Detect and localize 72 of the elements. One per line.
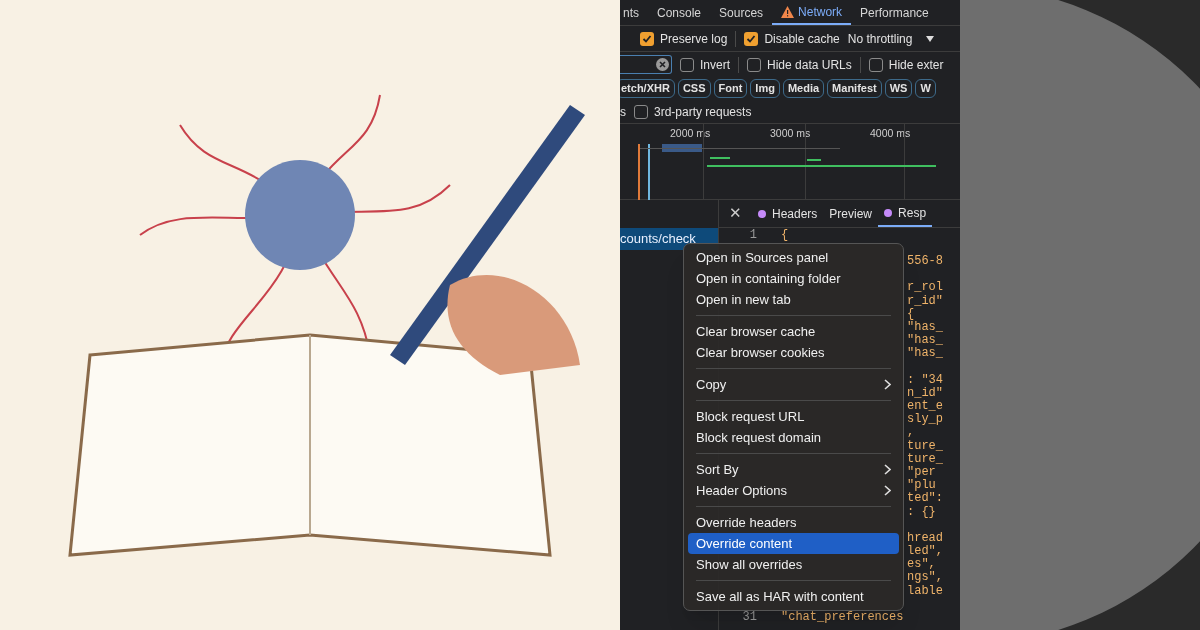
code-line: "per — [907, 464, 936, 479]
line-number: 1 — [749, 227, 757, 242]
menu-item[interactable]: Clear browser cache — [688, 321, 899, 342]
code-line: ngs", — [907, 569, 943, 585]
code-line: "has_ — [907, 345, 943, 363]
request-row[interactable]: counts/check — [620, 228, 718, 250]
throttling-dropdown[interactable]: No throttling — [847, 29, 935, 48]
timeline-tick-label: 3000 ms — [770, 126, 812, 142]
type-filter-chip[interactable]: Media — [782, 79, 825, 98]
menu-item[interactable]: Clear browser cookies — [688, 342, 899, 363]
code-line: { — [781, 226, 789, 244]
code-line: ted": — [907, 491, 943, 506]
detail-tab[interactable]: Headers — [752, 200, 824, 227]
code-line: : "34 — [907, 371, 943, 387]
menu-item[interactable]: Save all as HAR with content — [688, 586, 899, 607]
type-filter-chip[interactable]: Font — [713, 79, 748, 98]
third-party-checkbox[interactable]: 3rd-party requests — [634, 102, 752, 121]
code-line: lable — [907, 583, 943, 600]
code-line: : {} — [907, 503, 936, 521]
type-filter-chip[interactable]: etch/XHR — [620, 79, 675, 98]
code-line: n_id" — [907, 384, 943, 400]
checkmark-icon — [642, 33, 652, 44]
filter-checkbox[interactable]: Hide data URLs — [747, 55, 852, 74]
type-filter-chip[interactable]: WS — [884, 79, 913, 98]
code-line: "chat_preferences — [781, 609, 904, 627]
code-line: es", — [907, 556, 936, 572]
detail-tab[interactable]: Preview — [823, 200, 879, 227]
disable-cache-checkbox[interactable]: Disable cache — [744, 29, 840, 48]
code-line: ture_ — [907, 437, 943, 453]
code-line: 556-8 — [907, 252, 943, 270]
code-line: "has_ — [907, 332, 943, 348]
menu-item[interactable]: Open in Sources panel — [688, 247, 899, 268]
panel-tab[interactable]: Performance — [851, 0, 938, 25]
code-line: led", — [907, 543, 943, 559]
menu-item[interactable]: Open in containing folder — [688, 268, 899, 289]
panel-tab[interactable]: Console — [648, 0, 711, 25]
panel-tab[interactable]: Network — [772, 0, 852, 25]
menu-item[interactable]: Block request URL — [688, 406, 899, 427]
menu-item[interactable]: Copy — [688, 374, 899, 395]
detail-tab[interactable]: Resp — [878, 200, 933, 227]
dropdown-caret-icon — [926, 35, 935, 42]
menu-item[interactable]: Open in new tab — [688, 289, 899, 310]
filter-checkbox[interactable]: Hide exter — [868, 55, 944, 74]
code-line: hread — [907, 529, 943, 545]
close-button[interactable]: ✕ — [719, 200, 752, 227]
filter-label: s — [620, 103, 626, 121]
menu-item[interactable]: Block request domain — [688, 427, 899, 448]
filter-field[interactable] — [620, 55, 672, 74]
code-line: r_id" — [907, 292, 943, 308]
checkmark-icon — [746, 33, 757, 44]
panel-tab[interactable]: nts — [620, 0, 648, 25]
menu-item[interactable]: Sort By — [688, 459, 899, 480]
menu-item[interactable]: Header Options — [688, 480, 899, 501]
line-number: 31 — [742, 610, 757, 625]
code-line: { — [907, 306, 915, 321]
code-line: ture_ — [907, 451, 943, 466]
timeline-tick-label: 4000 ms — [870, 126, 912, 142]
type-filter-chip[interactable]: W — [915, 79, 936, 98]
type-filter-chip[interactable]: CSS — [677, 79, 711, 98]
type-filter-chip[interactable]: Manifest — [827, 79, 882, 98]
menu-item[interactable]: Show all overrides — [688, 554, 899, 575]
preserve-log-checkbox[interactable]: Preserve log — [640, 29, 728, 48]
menu-item[interactable]: Override headers — [688, 512, 899, 533]
clear-icon[interactable] — [656, 58, 669, 71]
filter-checkbox[interactable]: Invert — [680, 55, 730, 74]
code-line: r_rol — [907, 279, 943, 295]
menu-item[interactable]: Override content — [688, 533, 899, 554]
code-line: ent_e — [907, 398, 943, 414]
code-line: "has_ — [907, 319, 943, 334]
panel-tab[interactable]: Sources — [710, 0, 773, 25]
type-filter-chip[interactable]: Img — [750, 79, 780, 98]
code-line: "plu — [907, 478, 936, 493]
